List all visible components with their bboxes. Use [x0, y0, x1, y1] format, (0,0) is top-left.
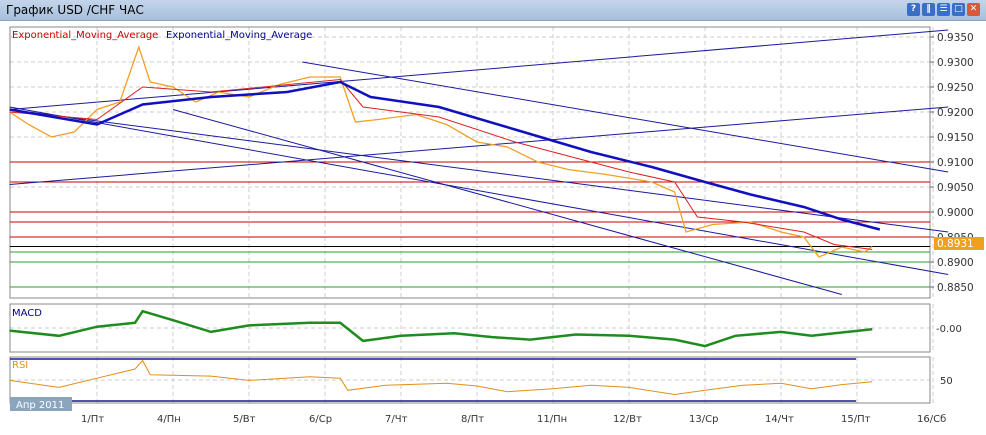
x-tick-label: 15/Пт	[841, 414, 871, 425]
legend-ema-blue: Exponential_Moving_Average	[166, 30, 312, 41]
y-tick-label: 0.9350	[937, 32, 974, 44]
ema-blue-line	[9, 80, 881, 231]
y-tick-label: 0.9050	[937, 182, 974, 194]
x-tick-label: 5/Вт	[233, 414, 256, 425]
period-label: Апр 2011	[16, 400, 64, 411]
trend-line	[9, 109, 949, 233]
x-tick-label: 6/Ср	[309, 414, 332, 425]
y-tick-label: 0.9250	[937, 82, 974, 94]
trend-line	[9, 106, 949, 275]
price-line	[9, 44, 873, 258]
rsi-panel	[9, 356, 931, 404]
x-tick-label: 4/Пн	[157, 414, 181, 425]
rsi-line	[9, 359, 873, 396]
rsi-tick: 50	[940, 376, 953, 387]
y-tick-label: 0.9100	[937, 157, 974, 169]
x-tick-label: 1/Пт	[81, 414, 104, 425]
x-tick-label: 8/Пт	[461, 414, 484, 425]
x-tick-label: 11/Пн	[537, 414, 567, 425]
y-tick-label: 0.8850	[937, 282, 974, 294]
y-tick-label: 0.9200	[937, 107, 974, 119]
macd-panel	[9, 303, 931, 353]
x-tick-label: 12/Вт	[613, 414, 642, 425]
macd-line	[9, 309, 873, 348]
y-tick-label: 0.9300	[937, 57, 974, 69]
x-tick-label: 13/Ср	[689, 414, 718, 425]
rsi-label: RSI	[12, 360, 28, 371]
x-tick-label: 7/Чт	[385, 414, 408, 425]
y-tick-label: 0.9150	[937, 132, 974, 144]
y-tick-label: 0.8900	[937, 257, 974, 269]
legend-ema-red: Exponential_Moving_Average	[12, 30, 158, 41]
y-tick-label: 0.9000	[937, 207, 974, 219]
trend-line	[9, 29, 949, 110]
macd-tick: -0.00	[936, 324, 962, 335]
x-tick-label: 14/Чт	[765, 414, 794, 425]
chart: 1/Пт 4/Пн 5/Вт 6/Ср 7/Чт 8/Пт 11/Пн 12/Вт 13/Ср 1…	[9, 26, 984, 425]
x-tick-label: 16/Сб	[917, 414, 946, 425]
current-price: 0.8931	[937, 238, 974, 250]
macd-label: MACD	[12, 308, 42, 319]
